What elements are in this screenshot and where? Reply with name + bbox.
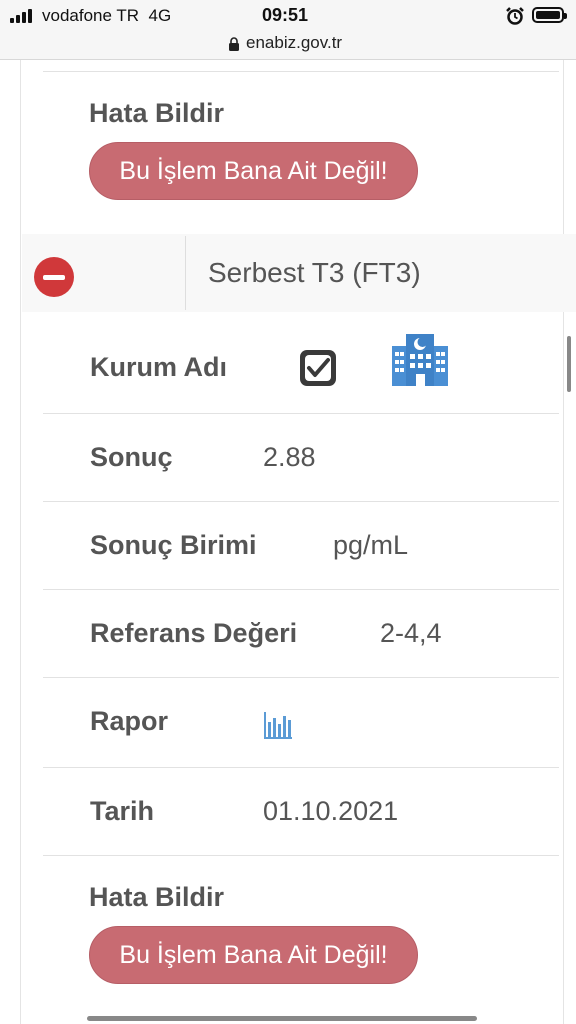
result-value: 2.88	[263, 442, 316, 472]
status-time: 09:51	[262, 5, 309, 25]
institution-label: Kurum Adı	[90, 352, 227, 382]
home-indicator[interactable]	[87, 1016, 477, 1021]
header-divider	[185, 236, 186, 310]
report-error-button[interactable]: Bu İşlem Bana Ait Değil!	[89, 142, 418, 200]
scrollbar[interactable]	[567, 336, 571, 392]
page-content: Hata Bildir Bu İşlem Bana Ait Değil! Ser…	[0, 60, 576, 1024]
result-label: Sonuç	[90, 442, 173, 472]
result-row: Sonuç 2.88	[43, 414, 559, 502]
report-row: Rapor	[43, 678, 559, 768]
error-report-label: Hata Bildir	[89, 98, 225, 128]
url-bar[interactable]: enabiz.gov.tr	[0, 30, 576, 60]
lock-icon	[229, 37, 239, 51]
hospital-icon[interactable]	[390, 328, 450, 388]
date-row: Tarih 01.10.2021	[43, 768, 559, 856]
carrier-name: vodafone TR	[42, 6, 140, 25]
checkmark-checkbox-icon[interactable]	[300, 350, 336, 386]
carrier-info: vodafone TR 4G	[42, 6, 171, 26]
reference-value: 2-4,4	[380, 618, 442, 648]
url-text[interactable]: enabiz.gov.tr	[246, 33, 342, 53]
network-type: 4G	[148, 6, 172, 25]
error-report-label: Hata Bildir	[89, 882, 225, 912]
bar-chart-icon[interactable]	[262, 708, 294, 740]
date-label: Tarih	[90, 796, 155, 826]
signal-icon	[10, 9, 32, 23]
unit-value: pg/mL	[333, 530, 409, 560]
card-right-border	[563, 60, 564, 1024]
report-label: Rapor	[90, 706, 169, 736]
report-error-button[interactable]: Bu İşlem Bana Ait Değil!	[89, 926, 418, 984]
row-divider	[43, 60, 559, 72]
test-header[interactable]: Serbest T3 (FT3)	[22, 234, 576, 312]
unit-label: Sonuç Birimi	[90, 530, 257, 560]
minus-circle-icon[interactable]	[34, 257, 74, 297]
date-value: 01.10.2021	[263, 796, 399, 826]
battery-icon	[532, 7, 567, 23]
reference-label: Referans Değeri	[90, 618, 298, 648]
status-bar: vodafone TR 4G 09:51	[0, 0, 576, 30]
unit-row: Sonuç Birimi pg/mL	[43, 502, 559, 590]
card-left-border	[20, 60, 21, 1024]
alarm-icon	[506, 7, 524, 25]
test-name: Serbest T3 (FT3)	[208, 257, 421, 288]
reference-row: Referans Değeri 2-4,4	[43, 590, 559, 678]
